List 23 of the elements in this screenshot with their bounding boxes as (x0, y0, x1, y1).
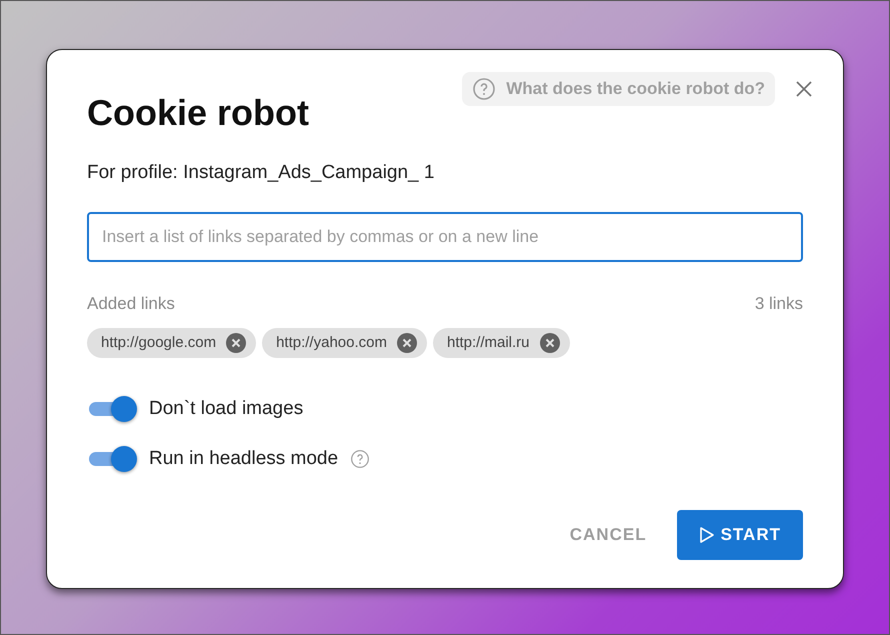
added-links-label: Added links (87, 294, 175, 314)
play-icon (698, 526, 715, 544)
question-icon[interactable] (350, 448, 370, 468)
toggle-switch[interactable] (87, 446, 137, 472)
profile-label: For profile: (87, 162, 178, 182)
link-text: http://mail.ru (446, 334, 530, 351)
help-link[interactable]: What does the cookie robot do? (462, 72, 775, 106)
option-label: Don`t load images (149, 398, 304, 420)
remove-icon[interactable] (540, 332, 560, 352)
links-count: 3 links (754, 294, 803, 314)
cancel-button[interactable]: CANCEL (570, 510, 647, 560)
question-icon (472, 76, 496, 100)
toggle-switch[interactable] (87, 396, 137, 422)
option-label: Run in headless mode (149, 448, 338, 470)
link-text: http://yahoo.com (276, 334, 387, 351)
profile-name: Instagram_Ads_Campaign_ 1 (183, 162, 434, 182)
links-input-field[interactable]: Insert a list of links separated by commas or on a new line (87, 212, 803, 262)
remove-icon[interactable] (396, 332, 417, 352)
close-button[interactable] (795, 80, 813, 98)
start-button[interactable]: START (676, 510, 803, 560)
dialog-title: Cookie robot (87, 92, 309, 134)
remove-icon[interactable] (226, 332, 246, 352)
link-text: http://google.com (101, 334, 216, 351)
